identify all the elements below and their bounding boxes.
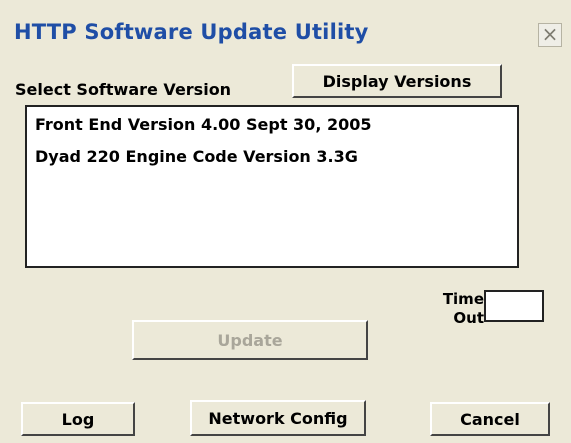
log-button[interactable]: Log [21, 402, 135, 436]
timeout-label-line1: Time [442, 290, 484, 308]
network-config-button[interactable]: Network Config [190, 400, 366, 436]
version-listbox[interactable]: Front End Version 4.00 Sept 30, 2005 Dya… [25, 105, 519, 268]
list-item[interactable]: Dyad 220 Engine Code Version 3.3G [35, 147, 358, 166]
update-label: Update [217, 330, 283, 350]
log-label: Log [61, 409, 95, 429]
window-title: HTTP Software Update Utility [14, 20, 369, 44]
timeout-label: Time Out [428, 290, 484, 328]
close-button[interactable]: × [538, 23, 562, 47]
timeout-label-line2: Out [453, 309, 484, 327]
display-versions-button[interactable]: Display Versions [292, 64, 502, 98]
display-versions-label: Display Versions [322, 71, 472, 91]
list-item[interactable]: Front End Version 4.00 Sept 30, 2005 [35, 115, 372, 134]
timeout-input[interactable] [484, 290, 544, 322]
update-button[interactable]: Update [132, 320, 368, 360]
cancel-label: Cancel [460, 409, 520, 429]
cancel-button[interactable]: Cancel [430, 402, 550, 436]
select-version-label: Select Software Version [15, 80, 232, 99]
network-config-label: Network Config [208, 408, 348, 428]
close-icon: × [541, 22, 559, 46]
title-bar: HTTP Software Update Utility × [0, 0, 571, 64]
